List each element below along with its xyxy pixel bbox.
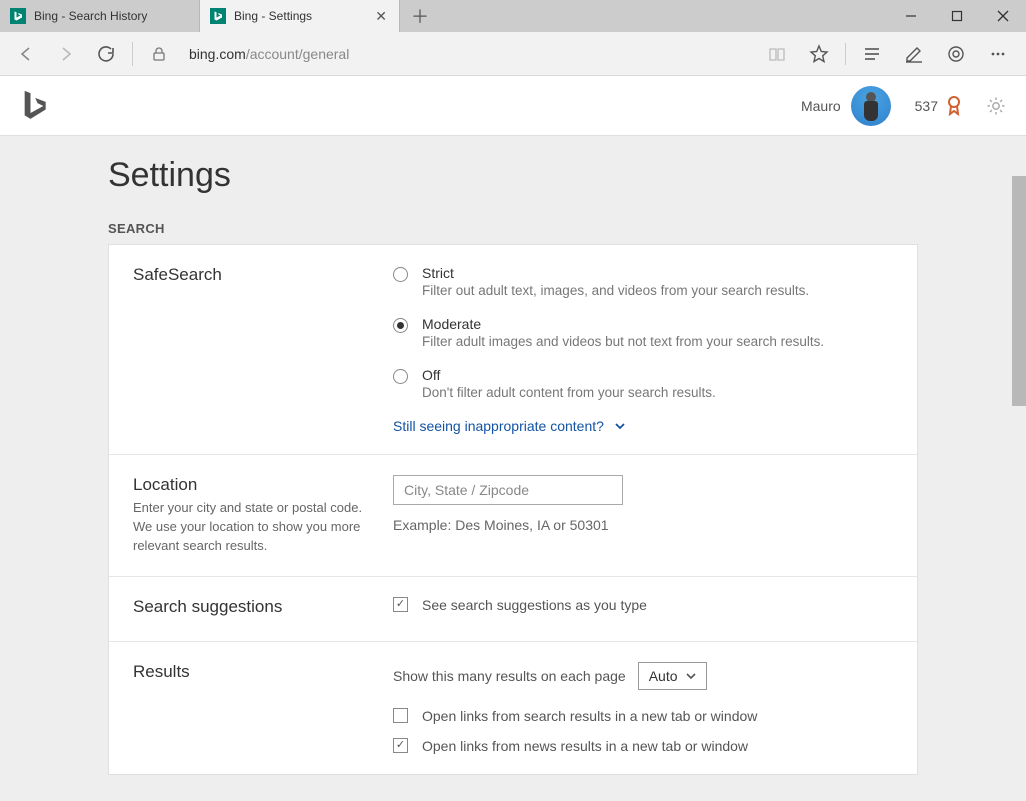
results-pagesize-select[interactable]: Auto [638,662,707,690]
tab-title: Bing - Search History [34,9,189,23]
url-host: bing.com [189,46,246,62]
option-title: Off [422,367,716,383]
scrollbar-thumb[interactable] [1012,176,1026,406]
forward-button[interactable] [48,36,84,72]
rewards-points: 537 [915,98,938,114]
url-path: /account/general [246,46,350,62]
checkbox-icon [393,597,408,612]
address-bar[interactable]: bing.com/account/general [189,46,349,62]
checkbox-icon [393,738,408,753]
new-tab-button[interactable]: ＋ [400,0,440,32]
back-button[interactable] [8,36,44,72]
safesearch-option-off[interactable]: Off Don't filter adult content from your… [393,367,893,400]
inappropriate-content-link[interactable]: Still seeing inappropriate content? [393,418,893,434]
chevron-down-icon [686,671,696,681]
option-desc: Filter out adult text, images, and video… [422,283,809,298]
suggestions-checkbox-row[interactable]: See search suggestions as you type [393,597,893,613]
refresh-button[interactable] [88,36,124,72]
results-title: Results [133,662,373,682]
checkbox-icon [393,708,408,723]
bing-favicon [10,8,26,24]
hub-icon[interactable] [852,36,892,72]
select-value: Auto [649,668,678,684]
safesearch-title: SafeSearch [133,265,373,285]
option-desc: Don't filter adult content from your sea… [422,385,716,400]
open-news-newtab-row[interactable]: Open links from news results in a new ta… [393,738,893,754]
option-title: Strict [422,265,809,281]
radio-icon [393,267,408,282]
radio-icon [393,318,408,333]
suggestions-title: Search suggestions [133,597,373,617]
location-title: Location [133,475,373,495]
radio-icon [393,369,408,384]
option-desc: Filter adult images and videos but not t… [422,334,824,349]
location-example: Example: Des Moines, IA or 50301 [393,517,893,533]
tab-title: Bing - Settings [234,9,365,23]
more-icon[interactable] [978,36,1018,72]
separator [845,43,846,65]
safesearch-option-moderate[interactable]: Moderate Filter adult images and videos … [393,316,893,349]
checkbox-label: See search suggestions as you type [422,597,647,613]
minimize-button[interactable] [888,0,934,32]
checkbox-label: Open links from search results in a new … [422,708,757,724]
checkbox-label: Open links from news results in a new ta… [422,738,748,754]
separator [132,42,133,66]
bing-logo[interactable] [20,88,48,124]
bing-favicon [210,8,226,24]
safesearch-option-strict[interactable]: Strict Filter out adult text, images, an… [393,265,893,298]
close-tab-icon[interactable]: ✕ [373,8,389,25]
tab-active[interactable]: Bing - Settings ✕ [200,0,400,32]
open-search-newtab-row[interactable]: Open links from search results in a new … [393,708,893,724]
gear-icon[interactable] [986,96,1006,116]
rewards-chip[interactable]: 537 [915,96,962,116]
section-heading: SEARCH [108,221,918,236]
results-pagesize-label: Show this many results on each page [393,668,626,684]
chevron-down-icon [614,420,626,432]
lock-icon[interactable] [141,36,177,72]
favorite-icon[interactable] [799,36,839,72]
ribbon-icon [946,96,962,116]
location-input[interactable] [393,475,623,505]
reading-view-icon[interactable] [757,36,797,72]
webnote-icon[interactable] [894,36,934,72]
share-icon[interactable] [936,36,976,72]
link-text: Still seeing inappropriate content? [393,418,604,434]
close-window-button[interactable] [980,0,1026,32]
account-chip[interactable]: Mauro [801,86,891,126]
page-title: Settings [108,156,918,195]
avatar [851,86,891,126]
tab-inactive[interactable]: Bing - Search History [0,0,200,32]
option-title: Moderate [422,316,824,332]
user-name: Mauro [801,98,841,114]
location-desc: Enter your city and state or postal code… [133,499,373,556]
maximize-button[interactable] [934,0,980,32]
